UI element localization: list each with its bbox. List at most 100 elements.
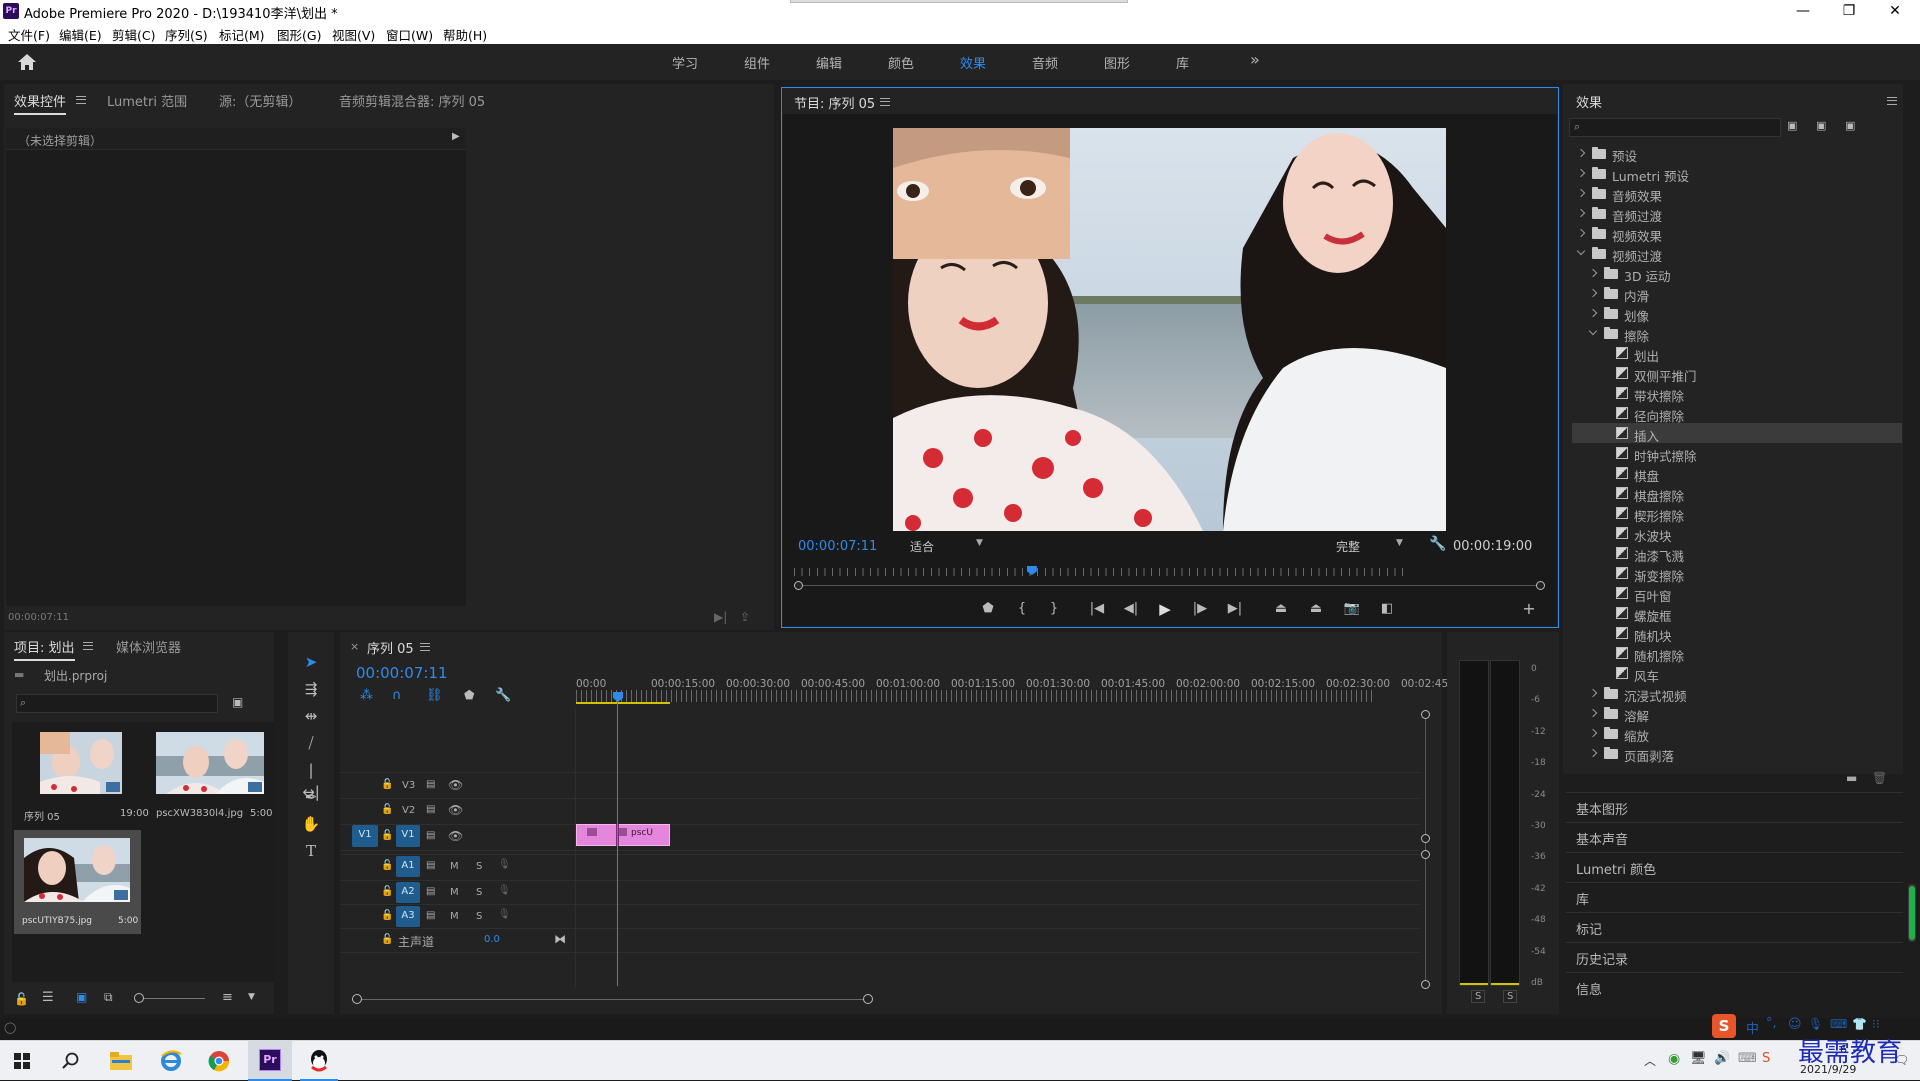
track-label[interactable]: V3 — [402, 780, 415, 791]
lock-icon[interactable]: 🔓 — [381, 804, 393, 815]
wrench-icon[interactable]: 🔧 — [1429, 536, 1446, 552]
microphone-icon[interactable]: 🎙 — [498, 909, 511, 920]
master-volume[interactable]: 0.0 — [484, 934, 500, 945]
toggle-sync-icon[interactable]: ▤ — [426, 804, 435, 815]
icon-view-icon[interactable]: ▣ — [76, 990, 87, 1004]
new-search-bin-icon[interactable]: ▣ — [232, 695, 243, 709]
menu-window[interactable]: 窗口(W) — [386, 25, 433, 44]
ime-chinese-mode[interactable]: 中 — [1746, 1018, 1759, 1037]
go-to-edit-point-icon[interactable]: ⧓ — [554, 932, 566, 946]
selection-tool-icon[interactable]: ➤ — [300, 651, 322, 673]
step-back-icon[interactable]: ◀| — [1121, 601, 1141, 616]
effect-item[interactable]: 带状擦除 — [1572, 383, 1902, 404]
chevron-down-icon[interactable] — [1588, 326, 1598, 336]
workspace-learn[interactable]: 学习 — [672, 53, 698, 72]
slip-tool-icon[interactable]: |↔| — [300, 759, 322, 801]
chevron-right-icon[interactable] — [1576, 148, 1586, 158]
chevron-right-icon[interactable] — [1576, 228, 1586, 238]
tab-project[interactable]: 项目: 划出 — [14, 637, 75, 661]
ime-emoji-icon[interactable]: ☺ — [1788, 1017, 1802, 1032]
chevron-right-icon[interactable] — [1576, 208, 1586, 218]
sogou-icon[interactable]: S — [1762, 1051, 1770, 1066]
more-workspaces-icon[interactable]: » — [1250, 50, 1260, 69]
solo-button[interactable]: S — [476, 861, 482, 872]
tab-sequence[interactable]: 序列 05 — [367, 638, 414, 657]
effects-folder[interactable]: 缩放 — [1572, 723, 1902, 744]
effects-folder[interactable]: 预设 — [1572, 143, 1902, 164]
filter-icon[interactable]: ▶| — [714, 610, 727, 624]
project-item-image-1[interactable]: pscXW3830l4.jpg 5:00 — [144, 728, 272, 828]
scroll-handle[interactable] — [1421, 710, 1430, 719]
chevron-down-icon[interactable]: ▼ — [248, 992, 255, 1002]
fit-dropdown[interactable]: 适合 ▼ — [904, 536, 990, 554]
effect-item[interactable]: 楔形擦除 — [1572, 503, 1902, 524]
time-ruler[interactable] — [576, 690, 1376, 702]
volume-icon[interactable]: 🔊 — [1714, 1051, 1730, 1066]
toggle-sync-icon[interactable]: ▤ — [426, 860, 435, 871]
effects-menu-icon[interactable] — [1887, 97, 1897, 105]
mute-button[interactable]: M — [450, 911, 459, 922]
effects-search-input[interactable]: ⌕ — [1569, 118, 1781, 137]
solo-button[interactable]: S — [476, 911, 482, 922]
chevron-right-icon[interactable] — [1576, 188, 1586, 198]
chevron-right-icon[interactable] — [1588, 728, 1598, 738]
effect-item[interactable]: 径向擦除 — [1572, 403, 1902, 424]
panel-essential-graphics[interactable]: 基本图形 — [1566, 792, 1903, 820]
effect-item[interactable]: 随机块 — [1572, 623, 1902, 644]
track-label[interactable]: A1 — [396, 856, 420, 877]
lock-icon[interactable]: 🔓 — [381, 910, 393, 921]
microphone-icon[interactable]: 🎙 — [498, 885, 511, 896]
show-hidden-icons-icon[interactable]: ︿ — [1644, 1052, 1656, 1069]
chevron-right-icon[interactable] — [1588, 268, 1598, 278]
camera-icon[interactable]: 📷 — [1342, 601, 1362, 616]
panel-menu-icon[interactable] — [76, 96, 86, 104]
menu-view[interactable]: 视图(V) — [332, 25, 375, 44]
track-select-tool-icon[interactable]: ⇶ — [300, 678, 322, 700]
add-marker-icon[interactable]: ⬟ — [978, 601, 998, 616]
workspace-color[interactable]: 颜色 — [888, 53, 914, 72]
effect-item[interactable]: 水波块 — [1572, 523, 1902, 544]
workspace-audio[interactable]: 音频 — [1032, 53, 1058, 72]
workspace-effects[interactable]: 效果 — [960, 53, 986, 72]
zoom-scrollbar-track[interactable] — [796, 585, 1544, 586]
vertical-scrollbar[interactable] — [1425, 712, 1426, 984]
effect-item[interactable]: 风车 — [1572, 663, 1902, 684]
hand-tool-icon[interactable]: ✋ — [300, 813, 322, 835]
close-button[interactable]: ✕ — [1872, 0, 1918, 22]
add-marker-icon[interactable]: ⬟ — [464, 688, 474, 702]
home-icon[interactable] — [16, 52, 38, 72]
scroll-handle[interactable] — [863, 994, 873, 1004]
lock-icon[interactable]: 🔓 — [381, 860, 393, 871]
accelerated-effects-icon[interactable]: ▣ — [1787, 119, 1797, 132]
maximize-button[interactable]: ❐ — [1826, 0, 1872, 22]
mark-out-icon[interactable]: } — [1044, 601, 1064, 616]
panel-lumetri-color[interactable]: Lumetri 颜色 — [1566, 852, 1903, 880]
effect-item[interactable]: 棋盘擦除 — [1572, 483, 1902, 504]
chevron-right-icon[interactable] — [1588, 748, 1598, 758]
mute-button[interactable]: M — [450, 861, 459, 872]
razor-tool-icon[interactable]: ⧸ — [300, 732, 322, 754]
sogou-logo-icon[interactable]: S — [1712, 1014, 1736, 1038]
program-monitor-title[interactable]: 节目: 序列 05 — [794, 93, 875, 112]
project-search-input[interactable]: ⌕ — [16, 694, 218, 713]
play-icon[interactable]: ▶ — [1155, 600, 1175, 618]
mute-button[interactable]: M — [450, 887, 459, 898]
effect-item[interactable]: 百叶窗 — [1572, 583, 1902, 604]
program-mini-ruler[interactable] — [794, 568, 1404, 576]
lock-icon[interactable]: 🔓 — [381, 830, 393, 841]
microphone-icon[interactable]: 🎙 — [498, 859, 511, 870]
chevron-right-icon[interactable] — [1588, 708, 1598, 718]
input-method-icon[interactable]: ⌨ — [1738, 1051, 1757, 1066]
horizontal-scrollbar[interactable] — [352, 999, 872, 1000]
tab-effect-controls[interactable]: 效果控件 — [14, 91, 67, 115]
menu-sequence[interactable]: 序列(S) — [165, 25, 208, 44]
type-tool-icon[interactable]: T — [300, 840, 322, 862]
list-view-icon[interactable]: ☰ — [42, 990, 54, 1005]
tray-app-icon[interactable]: ◉ — [1668, 1051, 1680, 1067]
scroll-handle[interactable] — [1421, 980, 1430, 989]
pen-tool-icon[interactable]: ✒ — [300, 786, 322, 808]
timeline-menu-icon[interactable] — [420, 643, 430, 651]
premiere-taskbar-button[interactable]: Pr — [248, 1041, 292, 1081]
effects-folder[interactable]: 溶解 — [1572, 703, 1902, 724]
chevron-right-icon[interactable] — [1588, 688, 1598, 698]
